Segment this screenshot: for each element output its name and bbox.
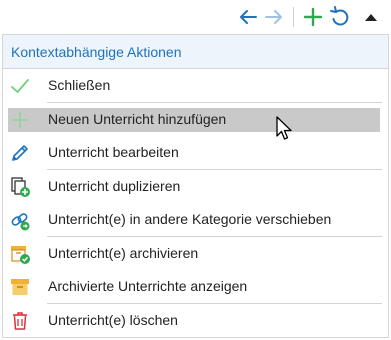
trash-icon (13, 312, 27, 330)
menu-item-duplicate-lesson[interactable]: Unterricht duplizieren (3, 170, 388, 203)
menu-item-label: Schließen (48, 77, 111, 93)
menu-item-move-lesson[interactable]: Unterricht(e) in andere Kategorie versch… (3, 203, 388, 236)
check-icon (11, 79, 29, 93)
menu-item-label: Unterricht duplizieren (48, 178, 181, 194)
toolbar (0, 0, 391, 34)
mouse-cursor-icon (276, 116, 292, 140)
move-link-icon (11, 213, 30, 231)
triangle-up-icon (365, 14, 377, 21)
menu-item-label: Neuen Unterricht hinzufügen (48, 111, 227, 127)
menu-item-show-archived[interactable]: Archivierte Unterrichte anzeigen (3, 270, 388, 303)
menu-item-label: Unterricht(e) löschen (48, 312, 178, 328)
toolbar-separator (293, 7, 294, 27)
forward-button[interactable] (261, 5, 287, 29)
context-actions-panel: Kontextabhängige Aktionen Schließen Neue… (2, 34, 389, 338)
back-button[interactable] (235, 5, 261, 29)
menu-item-edit-lesson[interactable]: Unterricht bearbeiten (3, 136, 388, 169)
menu-item-label: Unterricht(e) in andere Kategorie versch… (48, 211, 332, 227)
menu-item-close[interactable]: Schließen (3, 69, 388, 102)
arrow-right-icon (265, 10, 282, 24)
refresh-icon (330, 6, 349, 26)
menu-item-delete-lesson[interactable]: Unterricht(e) löschen (3, 304, 388, 337)
archive-box-icon (11, 279, 29, 295)
menu-item-label: Archivierte Unterrichte anzeigen (48, 278, 248, 294)
menu-item-archive-lesson[interactable]: Unterricht(e) archivieren (3, 237, 388, 270)
archive-check-icon (11, 246, 30, 264)
plus-icon (303, 7, 323, 27)
menu-item-label: Unterricht bearbeiten (48, 144, 179, 160)
panel-title: Kontextabhängige Aktionen (11, 44, 182, 60)
duplicate-icon (11, 177, 30, 197)
collapse-button[interactable] (358, 5, 384, 29)
plus-icon (11, 111, 29, 129)
menu-item-label: Unterricht(e) archivieren (48, 245, 199, 261)
panel-header: Kontextabhängige Aktionen (3, 35, 388, 69)
refresh-button[interactable] (327, 5, 353, 29)
pencil-icon (12, 145, 28, 161)
menu-item-add-lesson[interactable]: Neuen Unterricht hinzufügen (3, 103, 388, 136)
add-button[interactable] (300, 5, 326, 29)
arrow-left-icon (240, 10, 257, 24)
